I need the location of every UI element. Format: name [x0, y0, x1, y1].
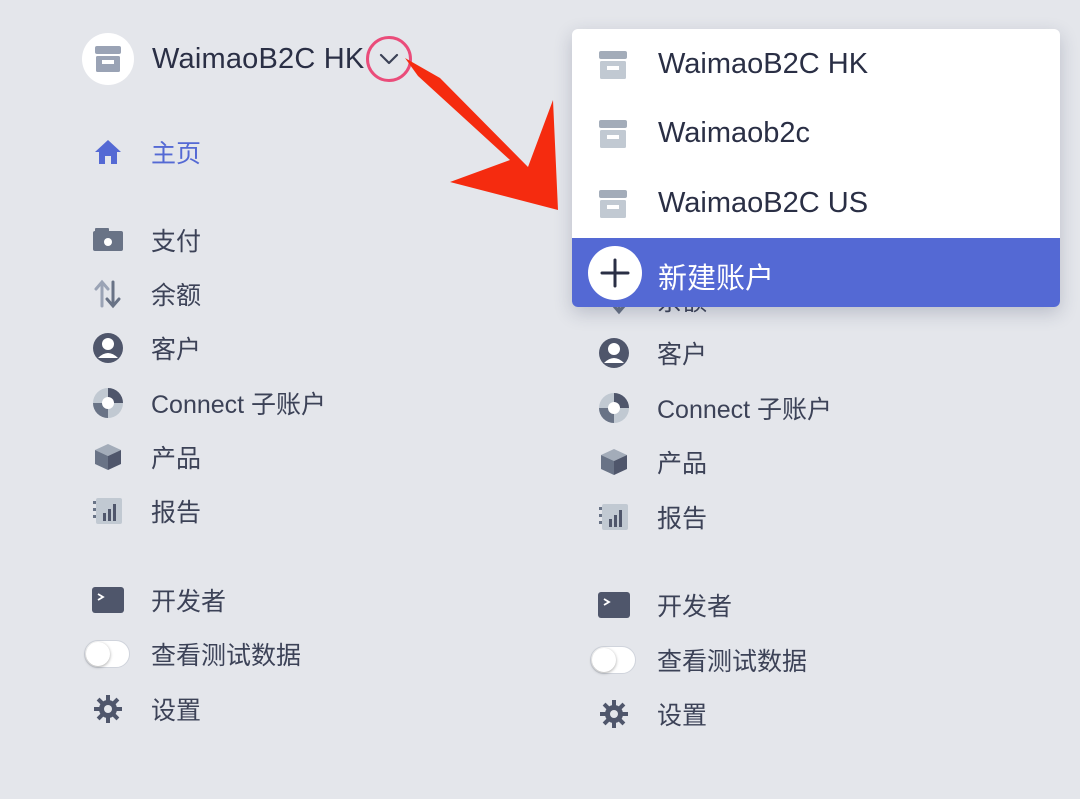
nav-item-connect[interactable]: Connect 子账户 — [598, 388, 832, 428]
account-dropdown-button[interactable] — [366, 36, 413, 82]
nav-label: Connect 子账户 — [657, 396, 833, 424]
nav-label: 支付 — [151, 228, 202, 256]
nav-label: 客户 — [151, 336, 202, 364]
nav-label: 产品 — [151, 445, 202, 473]
customer-icon — [598, 337, 630, 369]
nav-item-customers[interactable]: 客户 — [598, 333, 707, 373]
product-icon — [92, 441, 124, 473]
toggle-knob — [592, 648, 616, 672]
left-sidebar: WaimaoB2C HK 主页 支付 余额 客户 Connect 子账户 产品 … — [0, 0, 560, 799]
nav-label: 报告 — [657, 505, 708, 533]
nav-item-developers[interactable]: 开发者 — [92, 580, 226, 620]
plus-icon — [588, 246, 642, 300]
test-data-toggle[interactable] — [84, 640, 130, 668]
terminal-icon — [92, 584, 124, 616]
toggle-knob — [86, 642, 110, 666]
nav-label: 产品 — [657, 450, 708, 478]
account-avatar — [82, 33, 134, 85]
account-option-label: Waimaob2c — [658, 116, 811, 149]
store-icon — [596, 187, 630, 221]
nav-item-reports[interactable]: 报告 — [92, 491, 201, 531]
home-icon — [92, 136, 124, 168]
nav-label: 余额 — [151, 282, 202, 310]
payments-icon — [92, 224, 124, 256]
nav-item-connect[interactable]: Connect 子账户 — [92, 383, 326, 423]
account-dropdown-menu: WaimaoB2C HK Waimaob2c WaimaoB2C US 新建账户 — [572, 29, 1060, 307]
product-icon — [598, 446, 630, 478]
account-option-0[interactable]: WaimaoB2C HK — [572, 29, 1060, 99]
nav-label: 设置 — [657, 702, 708, 730]
gear-icon — [92, 693, 124, 725]
connect-icon — [598, 392, 630, 424]
nav-label: 查看测试数据 — [151, 642, 302, 670]
nav-label: 客户 — [657, 341, 708, 369]
nav-item-balances[interactable]: 余额 — [92, 274, 201, 314]
nav-label: 开发者 — [657, 593, 733, 621]
nav-label: 查看测试数据 — [657, 648, 808, 676]
gear-icon — [598, 698, 630, 730]
nav-item-settings[interactable]: 设置 — [92, 689, 201, 729]
nav-item-products[interactable]: 产品 — [92, 437, 201, 477]
nav-item-home[interactable]: 主页 — [92, 132, 201, 172]
nav-label: 主页 — [151, 140, 202, 168]
connect-icon — [92, 387, 124, 419]
account-option-1[interactable]: Waimaob2c — [572, 98, 1060, 168]
new-account-label: 新建账户 — [658, 263, 775, 295]
balances-icon — [92, 278, 124, 310]
account-option-label: WaimaoB2C US — [658, 186, 869, 219]
store-icon — [95, 46, 121, 72]
nav-label: 设置 — [151, 697, 202, 725]
nav-label: 报告 — [151, 499, 202, 527]
nav-item-reports[interactable]: 报告 — [598, 497, 707, 537]
report-icon — [92, 495, 124, 527]
chevron-down-icon — [380, 53, 399, 65]
test-data-toggle[interactable] — [590, 646, 636, 674]
nav-item-developers[interactable]: 开发者 — [598, 585, 732, 625]
account-name: WaimaoB2C HK — [152, 42, 365, 75]
nav-item-products[interactable]: 产品 — [598, 442, 707, 482]
terminal-icon — [598, 589, 630, 621]
customer-icon — [92, 332, 124, 364]
store-icon — [596, 117, 630, 151]
nav-item-test-data[interactable]: 查看测试数据 — [84, 634, 302, 674]
nav-item-customers[interactable]: 客户 — [92, 328, 201, 368]
report-icon — [598, 501, 630, 533]
nav-label: Connect 子账户 — [151, 391, 327, 419]
account-switcher[interactable]: WaimaoB2C HK — [82, 32, 413, 86]
nav-label: 开发者 — [151, 588, 227, 616]
new-account-button[interactable]: 新建账户 — [572, 238, 1060, 307]
account-option-2[interactable]: WaimaoB2C US — [572, 168, 1060, 238]
account-option-label: WaimaoB2C HK — [658, 47, 869, 80]
nav-item-test-data[interactable]: 查看测试数据 — [590, 640, 808, 680]
nav-item-settings[interactable]: 设置 — [598, 694, 707, 734]
nav-item-payments[interactable]: 支付 — [92, 220, 201, 260]
store-icon — [596, 48, 630, 82]
